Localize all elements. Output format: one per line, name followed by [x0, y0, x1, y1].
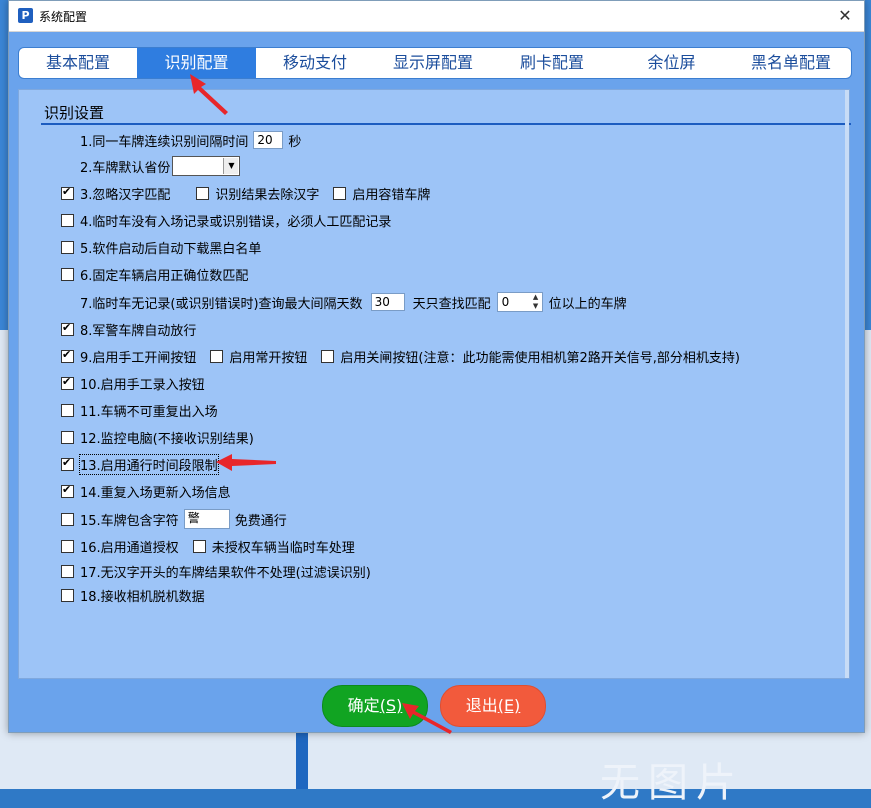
recognition-settings-panel: 识别设置 1.同一车牌连续识别间隔时间 20 秒 2.车牌默认省份 ▼ 3.忽略… — [18, 89, 851, 679]
filter-non-chinese-checkbox[interactable] — [61, 564, 74, 578]
label-update-entry-info: 14.重复入场更新入场信息 — [80, 485, 231, 501]
manual-open-gate-checkbox[interactable] — [61, 348, 74, 363]
setting-row-6: 6.固定车辆启用正确位数匹配 — [61, 264, 248, 284]
setting-row-11: 11.车辆不可重复出入场 — [61, 400, 218, 420]
manual-match-checkbox[interactable] — [61, 213, 74, 227]
label-military-police-release: 8.军警车牌自动放行 — [80, 323, 197, 339]
app-icon: P — [18, 8, 33, 23]
spinner-arrows-icon[interactable]: ▲ ▼ — [530, 293, 542, 311]
setting-row-3: 3.忽略汉字匹配 识别结果去除汉字 启用容错车牌 — [61, 183, 430, 203]
dropdown-arrow-icon: ▼ — [223, 158, 239, 174]
monitor-pc-checkbox[interactable] — [61, 430, 74, 444]
ok-button[interactable]: 确定(S) — [322, 685, 428, 727]
label-no-repeat-entry: 11.车辆不可重复出入场 — [80, 404, 218, 420]
update-entry-info-checkbox[interactable] — [61, 483, 74, 498]
setting-row-9: 9.启用手工开闸按钮 启用常开按钮 启用关闸按钮(注意：此功能需使用相机第2路开… — [61, 346, 740, 366]
tab-display-config[interactable]: 显示屏配置 — [374, 48, 492, 78]
seconds-unit-label: 秒 — [288, 134, 302, 150]
ignore-chinese-checkbox[interactable] — [61, 185, 74, 200]
label-unauthorized-as-temp: 未授权车辆当临时车处理 — [211, 540, 355, 556]
title-bar: P 系统配置 ✕ — [9, 1, 864, 32]
tab-recognition-config[interactable]: 识别配置 — [137, 48, 256, 78]
label-plate-contains-char: 15.车牌包含字符 — [80, 513, 179, 529]
label-manual-entry-button: 10.启用手工录入按钮 — [80, 377, 205, 393]
match-digits-spinner[interactable]: 0 ▲ ▼ — [496, 292, 543, 312]
offline-data-checkbox[interactable] — [61, 588, 74, 602]
label-time-period-limit: 13.启用通行时间段限制 — [79, 453, 219, 475]
tab-card-config[interactable]: 刷卡配置 — [492, 48, 612, 78]
window-title: 系统配置 — [39, 10, 88, 24]
label-manual-open-gate: 9.启用手工开闸按钮 — [80, 350, 197, 366]
label-manual-match: 4.临时车没有入场记录或识别错误，必须人工匹配记录 — [80, 214, 392, 230]
label-free-pass: 免费通行 — [234, 513, 287, 529]
setting-row-1: 1.同一车牌连续识别间隔时间 20 秒 — [61, 130, 301, 150]
tab-bar: 基本配置 识别配置 移动支付 显示屏配置 刷卡配置 余位屏 黑名单配置 — [18, 47, 852, 79]
label-recognition-interval: 1.同一车牌连续识别间隔时间 — [80, 134, 249, 150]
label-ignore-chinese: 3.忽略汉字匹配 — [80, 187, 171, 203]
exact-digit-match-checkbox[interactable] — [61, 267, 74, 281]
setting-row-2: 2.车牌默认省份 ▼ — [61, 156, 241, 176]
label-offline-data: 18.接收相机脱机数据 — [80, 589, 205, 605]
close-icon: ✕ — [838, 6, 852, 25]
label-close-gate-button: 启用关闸按钮(注意：此功能需使用相机第2路开关信号,部分相机支持) — [340, 350, 740, 366]
label-channel-auth: 16.启用通道授权 — [80, 540, 179, 556]
tab-blacklist-config[interactable]: 黑名单配置 — [731, 48, 851, 78]
military-police-release-checkbox[interactable] — [61, 321, 74, 336]
max-interval-days-input[interactable]: 30 — [370, 293, 405, 311]
tab-mobile-payment[interactable]: 移动支付 — [256, 48, 374, 78]
setting-row-14: 14.重复入场更新入场信息 — [61, 481, 231, 501]
label-always-open-button: 启用常开按钮 — [229, 350, 308, 366]
label-monitor-pc: 12.监控电脑(不接收识别结果) — [80, 431, 254, 447]
settings-dialog: P 系统配置 ✕ 基本配置 识别配置 移动支付 显示屏配置 刷卡配置 余位屏 黑… — [8, 0, 865, 733]
setting-row-13: 13.启用通行时间段限制 — [61, 453, 219, 475]
label-strip-chinese: 识别结果去除汉字 — [215, 187, 320, 203]
group-divider — [41, 123, 851, 125]
setting-row-4: 4.临时车没有入场记录或识别错误，必须人工匹配记录 — [61, 210, 391, 230]
label-digits-tail: 位以上的车牌 — [548, 296, 627, 312]
label-max-interval-days: 7.临时车无记录(或识别错误时)查询最大间隔天数 — [80, 296, 363, 312]
setting-row-15: 15.车牌包含字符 警 免费通行 — [61, 509, 287, 529]
recognition-interval-input[interactable]: 20 — [253, 131, 284, 149]
channel-auth-checkbox[interactable] — [61, 539, 74, 553]
exit-button[interactable]: 退出(E) — [440, 685, 546, 727]
always-open-button-checkbox[interactable] — [210, 349, 224, 363]
strip-chinese-checkbox[interactable] — [196, 186, 210, 200]
time-period-limit-checkbox[interactable] — [61, 456, 74, 471]
auto-download-list-checkbox[interactable] — [61, 240, 74, 254]
label-exact-digit-match: 6.固定车辆启用正确位数匹配 — [80, 268, 249, 284]
setting-row-12: 12.监控电脑(不接收识别结果) — [61, 427, 254, 447]
background-watermark: 无图片 — [600, 760, 744, 806]
tab-space-display[interactable]: 余位屏 — [612, 48, 731, 78]
tab-basic-config[interactable]: 基本配置 — [19, 48, 137, 78]
plate-contains-char-checkbox[interactable] — [61, 512, 74, 526]
no-repeat-entry-checkbox[interactable] — [61, 403, 74, 417]
manual-entry-button-checkbox[interactable] — [61, 375, 74, 390]
close-gate-button-checkbox[interactable] — [321, 349, 335, 363]
group-title: 识别设置 — [44, 104, 105, 122]
default-province-select[interactable]: ▼ — [172, 156, 241, 176]
setting-row-5: 5.软件启动后自动下载黑白名单 — [61, 237, 261, 257]
close-button[interactable]: ✕ — [826, 1, 864, 31]
setting-row-17: 17.无汉字开头的车牌结果软件不处理(过滤误识别) — [61, 561, 371, 581]
label-auto-download-list: 5.软件启动后自动下载黑白名单 — [80, 241, 262, 257]
label-only-match: 天只查找匹配 — [412, 296, 491, 312]
setting-row-7: 7.临时车无记录(或识别错误时)查询最大间隔天数 30 天只查找匹配 0 ▲ ▼ … — [61, 292, 627, 312]
setting-row-10: 10.启用手工录入按钮 — [61, 373, 205, 393]
plate-char-input[interactable]: 警 — [183, 509, 230, 529]
label-fault-tolerant-plate: 启用容错车牌 — [352, 187, 431, 203]
unauthorized-as-temp-checkbox[interactable] — [192, 539, 206, 553]
panel-scrollbar[interactable] — [845, 90, 849, 678]
fault-tolerant-plate-checkbox[interactable] — [333, 186, 347, 200]
setting-row-18: 18.接收相机脱机数据 — [61, 585, 205, 605]
label-filter-non-chinese: 17.无汉字开头的车牌结果软件不处理(过滤误识别) — [80, 565, 371, 581]
label-default-province: 2.车牌默认省份 — [80, 160, 171, 176]
setting-row-16: 16.启用通道授权 未授权车辆当临时车处理 — [61, 536, 355, 556]
background-app-strip — [296, 732, 308, 789]
setting-row-8: 8.军警车牌自动放行 — [61, 319, 196, 339]
